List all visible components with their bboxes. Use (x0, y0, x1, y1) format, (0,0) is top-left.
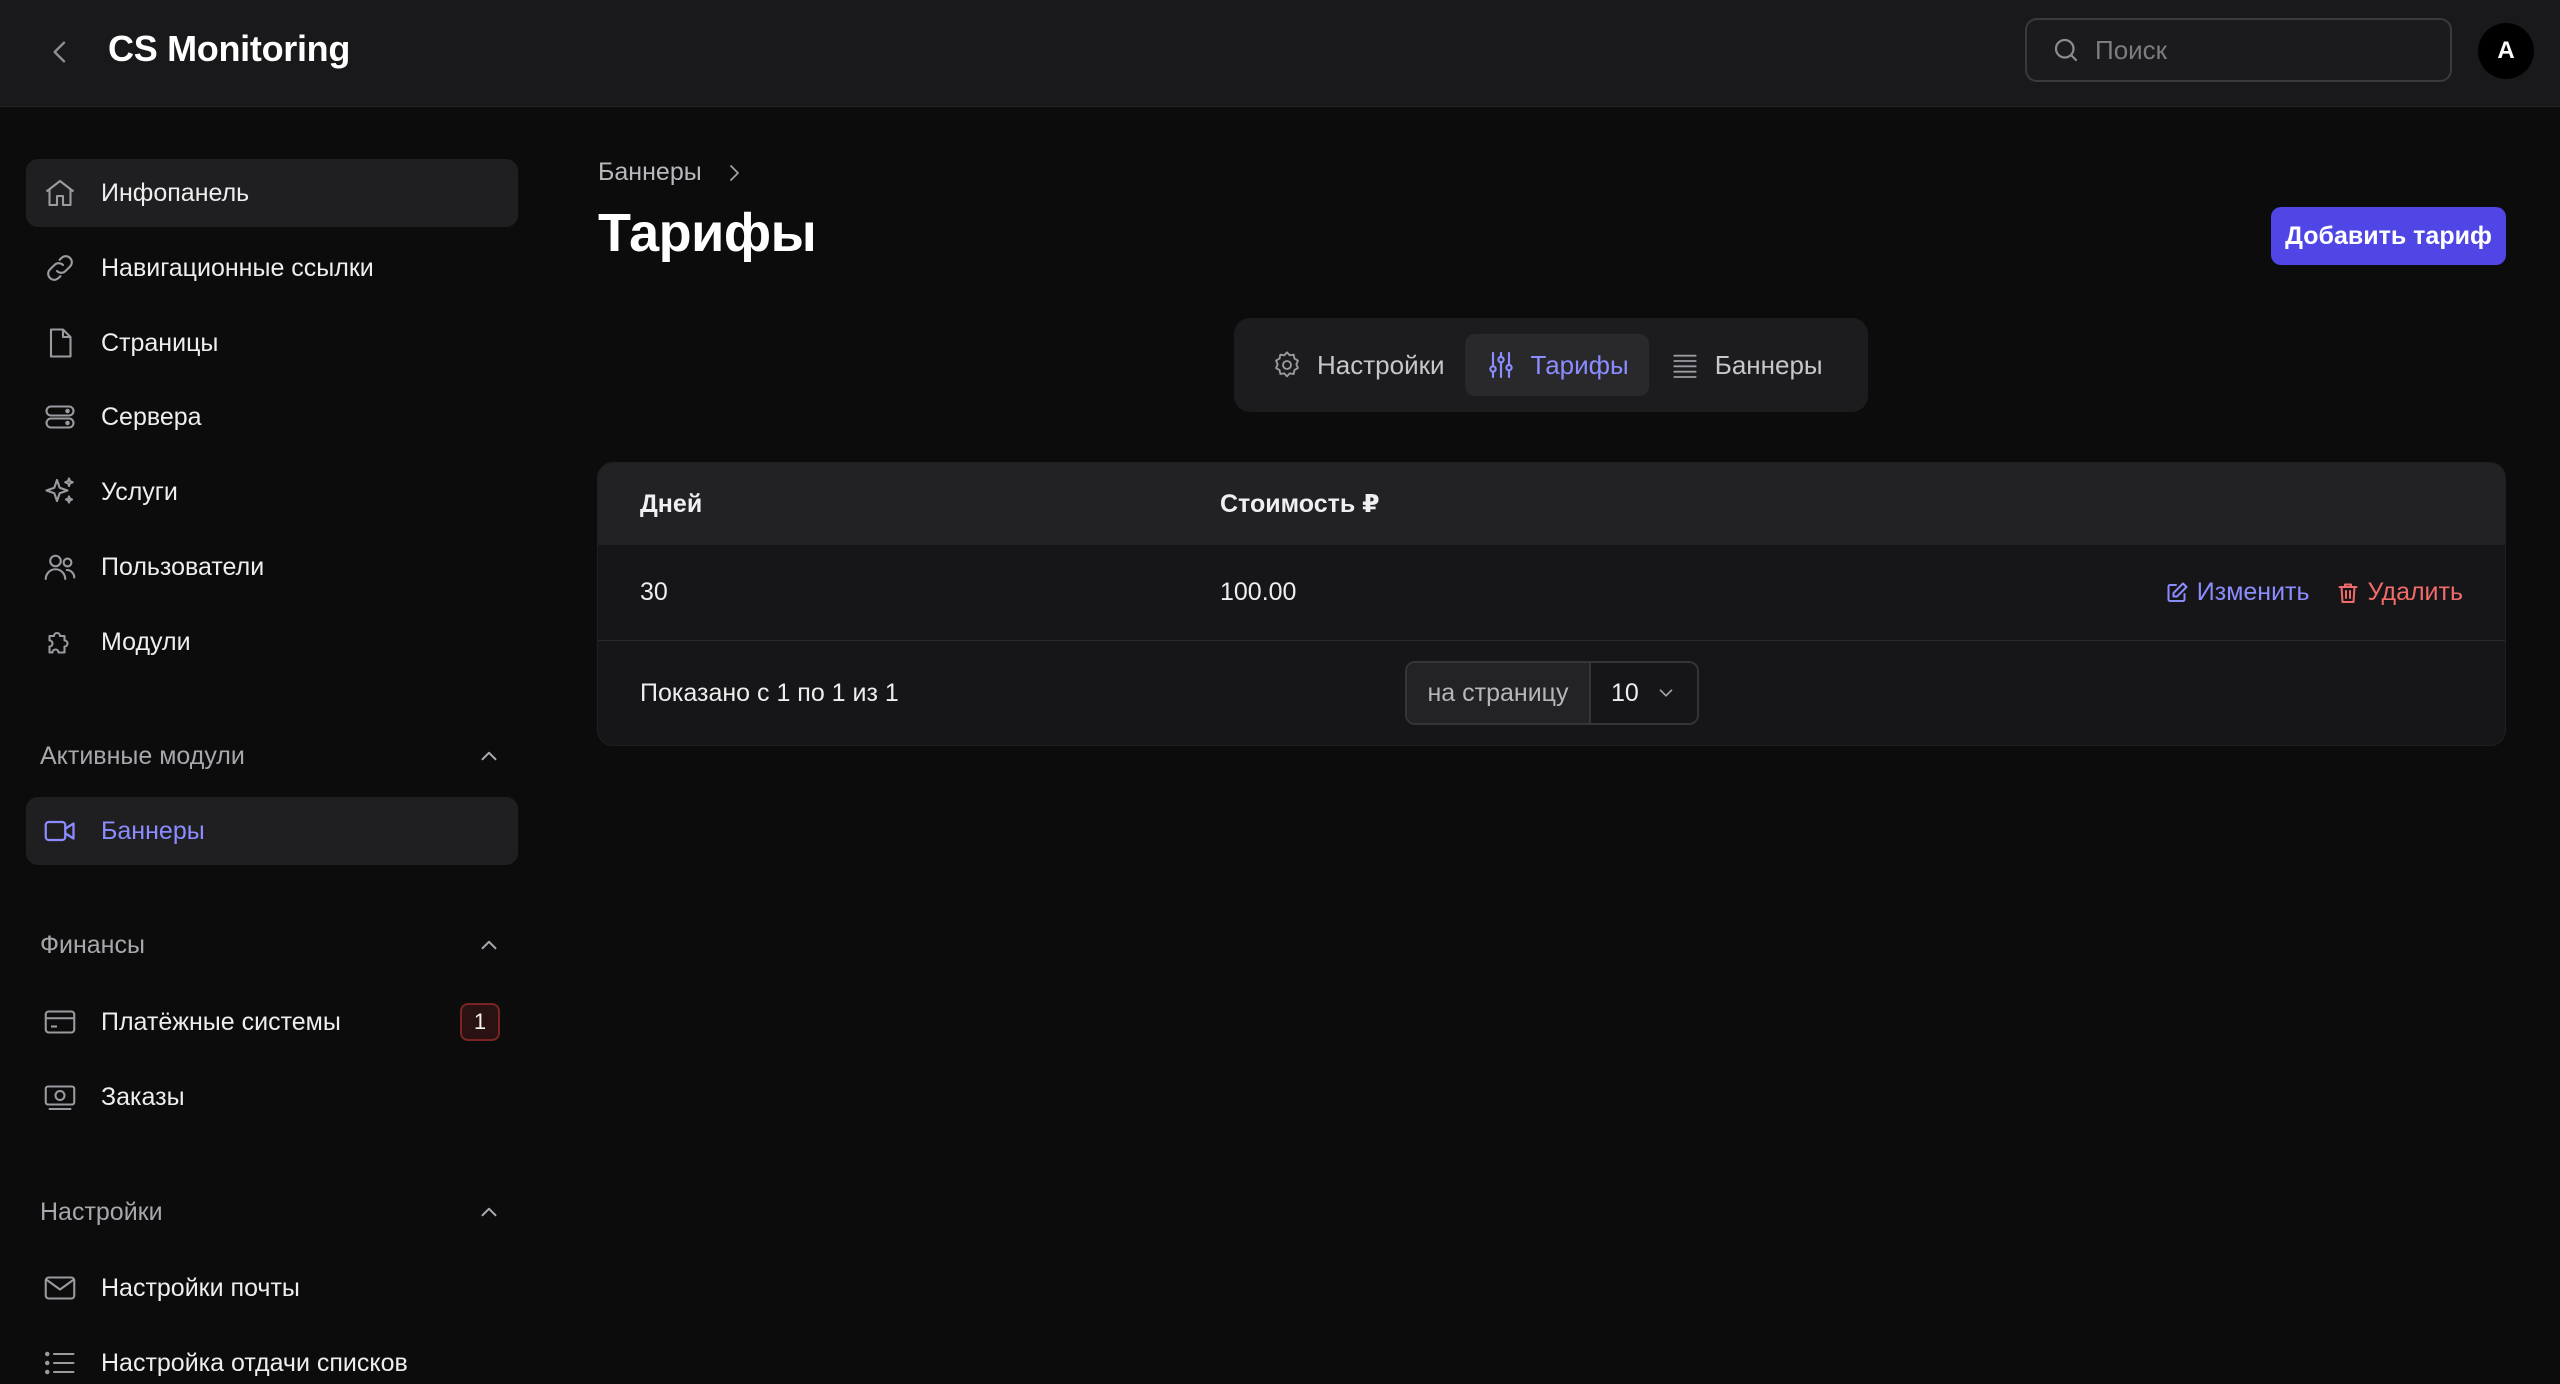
sparkles-icon (40, 472, 80, 512)
sidebar-item-orders[interactable]: Заказы (26, 1063, 518, 1131)
chevron-right-icon (729, 164, 739, 181)
sidebar-item-label: Пользователи (101, 552, 265, 581)
sidebar-item-mail-settings[interactable]: Настройки почты (26, 1254, 518, 1322)
table-row: 30 100.00 Изменить Удалить (598, 545, 2505, 641)
search-icon (2054, 38, 2078, 62)
notification-badge: 1 (460, 1003, 500, 1041)
tab-label: Настройки (1317, 349, 1445, 380)
users-icon (40, 547, 80, 587)
mail-icon (40, 1268, 80, 1308)
breadcrumb-link[interactable]: Баннеры (598, 158, 702, 187)
tab-label: Баннеры (1714, 349, 1823, 380)
per-page-control: на страницу 10 (1405, 661, 1699, 725)
tariffs-table: Дней Стоимость ₽ 30 100.00 Изменить Удал… (597, 462, 2506, 746)
sidebar-item-pages[interactable]: Страницы (26, 309, 518, 377)
sidebar-item-dashboard[interactable]: Инфопанель (26, 159, 518, 227)
section-title: Настройки (40, 1197, 163, 1226)
column-header-days[interactable]: Дней (640, 490, 702, 519)
pagination-summary: Показано с 1 по 1 из 1 (640, 678, 899, 707)
per-page-select[interactable]: 10 (1591, 663, 1697, 723)
sidebar-item-banners[interactable]: Баннеры (26, 797, 518, 865)
sidebar-item-label: Навигационные ссылки (101, 253, 374, 282)
server-icon (40, 397, 80, 437)
row-actions: Изменить Удалить (2165, 578, 2463, 607)
section-title: Финансы (40, 930, 145, 959)
cell-price: 100.00 (1220, 578, 1297, 606)
edit-icon (2167, 582, 2188, 602)
chevron-up-icon (481, 1207, 497, 1217)
chevron-left-icon (53, 41, 66, 63)
section-title: Активные модули (40, 741, 245, 770)
sidebar-item-servers[interactable]: Сервера (26, 383, 518, 451)
edit-label: Изменить (2196, 578, 2310, 606)
tab-label: Тарифы (1530, 349, 1629, 380)
delete-label: Удалить (2367, 578, 2463, 606)
add-tariff-button[interactable]: Добавить тариф (2271, 207, 2506, 265)
section-finance[interactable]: Финансы (40, 925, 502, 965)
section-settings[interactable]: Настройки (40, 1192, 502, 1232)
chevron-up-icon (481, 940, 497, 950)
cell-days: 30 (640, 578, 668, 606)
back-button[interactable] (38, 30, 82, 74)
tab-tariffs[interactable]: Тарифы (1464, 334, 1649, 396)
table-header: Дней Стоимость ₽ (598, 463, 2505, 545)
top-header: CS Monitoring A (0, 0, 2560, 107)
sidebar-item-label: Модули (101, 627, 191, 656)
sidebar-item-label: Настройки почты (101, 1273, 300, 1302)
column-header-price[interactable]: Стоимость ₽ (1220, 489, 1380, 519)
table-footer: Показано с 1 по 1 из 1 на страницу 10 (598, 641, 2505, 745)
credit-card-icon (40, 1002, 80, 1042)
list-icon (40, 1343, 80, 1383)
avatar[interactable]: A (2478, 23, 2534, 79)
sliders-icon (1488, 351, 1513, 379)
stack-icon (1673, 354, 1697, 378)
link-icon (40, 248, 80, 288)
sidebar-item-label: Сервера (101, 402, 202, 431)
app-root: CS Monitoring A Инфопанель Навигационные… (0, 0, 2560, 1384)
sidebar-item-modules[interactable]: Модули (26, 608, 518, 676)
puzzle-icon (40, 622, 80, 662)
tab-settings[interactable]: Настройки (1251, 334, 1465, 396)
video-camera-icon (40, 811, 80, 851)
sidebar-item-label: Баннеры (101, 816, 205, 845)
tab-bar: Настройки Тарифы Баннеры (1234, 318, 1868, 412)
sidebar-item-label: Услуги (101, 477, 178, 506)
sidebar-item-users[interactable]: Пользователи (26, 533, 518, 601)
sidebar-item-label: Настройка отдачи списков (101, 1348, 408, 1377)
search-box[interactable] (2025, 18, 2452, 82)
per-page-label: на страницу (1407, 663, 1591, 723)
chevron-up-icon (481, 751, 497, 761)
sidebar-item-list-output[interactable]: Настройка отдачи списков (26, 1329, 518, 1384)
sidebar-item-label: Платёжные системы (101, 1007, 341, 1036)
tab-banners[interactable]: Баннеры (1649, 334, 1843, 396)
sidebar-item-nav-links[interactable]: Навигационные ссылки (26, 234, 518, 302)
edit-button[interactable]: Изменить (2165, 578, 2310, 607)
sidebar: Инфопанель Навигационные ссылки Страницы… (0, 107, 540, 1384)
section-active-modules[interactable]: Активные модули (40, 736, 502, 776)
sidebar-item-services[interactable]: Услуги (26, 458, 518, 526)
sidebar-item-payment-systems[interactable]: Платёжные системы 1 (26, 988, 518, 1056)
per-page-value: 10 (1611, 678, 1639, 707)
trash-icon (2338, 583, 2358, 603)
gear-icon (1275, 351, 1299, 378)
sidebar-item-label: Страницы (101, 328, 219, 357)
breadcrumb: Баннеры (598, 158, 746, 187)
page-title: Тарифы (598, 203, 817, 263)
banknote-icon (40, 1077, 80, 1117)
file-icon (40, 323, 80, 363)
sidebar-item-label: Заказы (101, 1082, 185, 1111)
delete-button[interactable]: Удалить (2336, 578, 2463, 607)
sidebar-item-label: Инфопанель (101, 178, 250, 207)
search-input[interactable] (2095, 34, 2435, 66)
home-icon (40, 173, 80, 213)
chevron-down-icon (1659, 689, 1673, 697)
app-title: CS Monitoring (108, 28, 351, 69)
